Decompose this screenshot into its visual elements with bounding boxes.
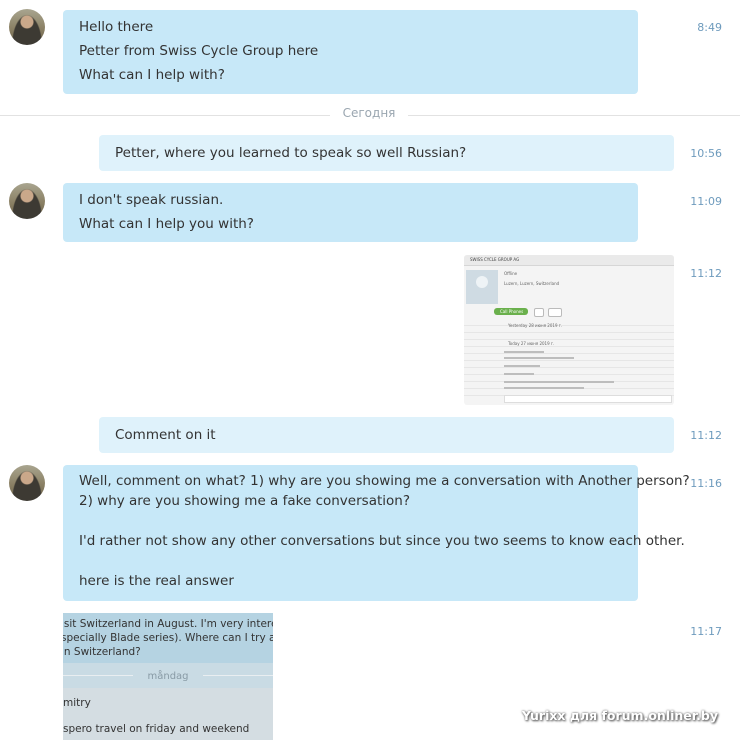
avatar[interactable] xyxy=(9,183,45,219)
message-line xyxy=(79,551,622,571)
day-divider-label: Сегодня xyxy=(330,106,408,120)
attachment-yesterday: Yesterday 28 июня 2019 г. xyxy=(508,323,563,328)
message-bubble: Comment on it xyxy=(99,417,674,453)
attachment-call-label: Call Phones xyxy=(500,309,524,314)
message-line: What can I help you with? xyxy=(79,216,254,232)
message-line: I'd rather not show any other conversati… xyxy=(79,533,685,549)
attachment-input xyxy=(504,395,672,403)
attachment-today: Today 27 июня 2019 г. xyxy=(508,341,555,346)
attachment-text-line xyxy=(504,381,614,383)
message-bubble: Petter, where you learned to speak so we… xyxy=(99,135,674,171)
message-bubble: Well, comment on what? 1) why are you sh… xyxy=(63,465,690,601)
message-line: Well, comment on what? 1) why are you sh… xyxy=(79,473,690,489)
attachment-more-button xyxy=(548,308,562,317)
message-line: 2) why are you showing me a fake convers… xyxy=(79,493,410,509)
attachment-sender-name: mitry xyxy=(63,697,91,709)
attachment-line: isit Switzerland in August. I'm very int… xyxy=(63,618,273,630)
message-bubble: I don't speak russian. What can I help y… xyxy=(63,183,638,242)
message-timestamp: 11:09 xyxy=(690,195,722,208)
attachment-day-label: måndag xyxy=(133,670,203,684)
attachment-location: Luzern, Luzern, Switzerland xyxy=(504,281,560,286)
message-timestamp: 11:17 xyxy=(690,625,722,638)
message-line: What can I help with? xyxy=(79,67,225,83)
message-timestamp: 11:16 xyxy=(690,477,722,490)
image-attachment[interactable]: isit Switzerland in August. I'm very int… xyxy=(63,613,273,740)
avatar[interactable] xyxy=(9,9,45,45)
message-timestamp: 10:56 xyxy=(690,147,722,160)
contact-picture xyxy=(466,270,498,304)
attachment-text-line xyxy=(504,351,544,353)
message-line: Comment on it xyxy=(115,427,216,443)
message-line: I don't speak russian. xyxy=(79,192,224,208)
message-line: here is the real answer xyxy=(79,573,234,589)
attachment-text-line xyxy=(504,373,534,375)
attachment-title: SWISS CYCLE GROUP AG xyxy=(470,257,520,262)
attachment-line: specially Blade series). Where can I try… xyxy=(63,632,273,644)
watermark: Yurixx для forum.onliner.by xyxy=(521,708,718,723)
message-timestamp: 11:12 xyxy=(690,267,722,280)
attachment-text-line xyxy=(504,387,584,389)
message-line: Petter from Swiss Cycle Group here xyxy=(79,43,319,59)
attachment-window-bar: SWISS CYCLE GROUP AG xyxy=(464,255,674,266)
message-line xyxy=(79,511,622,531)
attachment-line: in Switzerland? xyxy=(63,646,141,658)
message-timestamp: 8:49 xyxy=(697,21,722,34)
avatar[interactable] xyxy=(9,465,45,501)
image-attachment[interactable]: SWISS CYCLE GROUP AG Offline Luzern, Luz… xyxy=(464,255,674,405)
message-line: Hello there xyxy=(79,19,154,35)
attachment-add-button xyxy=(534,308,544,317)
attachment-status: Offline xyxy=(504,271,518,276)
attachment-cut-line: spero travel on friday and weekend xyxy=(63,723,250,735)
message-timestamp: 11:12 xyxy=(690,429,722,442)
message-bubble: Hello there Petter from Swiss Cycle Grou… xyxy=(63,10,638,94)
message-line: Petter, where you learned to speak so we… xyxy=(115,145,467,161)
attachment-text-line xyxy=(504,365,540,367)
attachment-message: isit Switzerland in August. I'm very int… xyxy=(63,613,273,663)
attachment-text-line xyxy=(504,357,574,359)
